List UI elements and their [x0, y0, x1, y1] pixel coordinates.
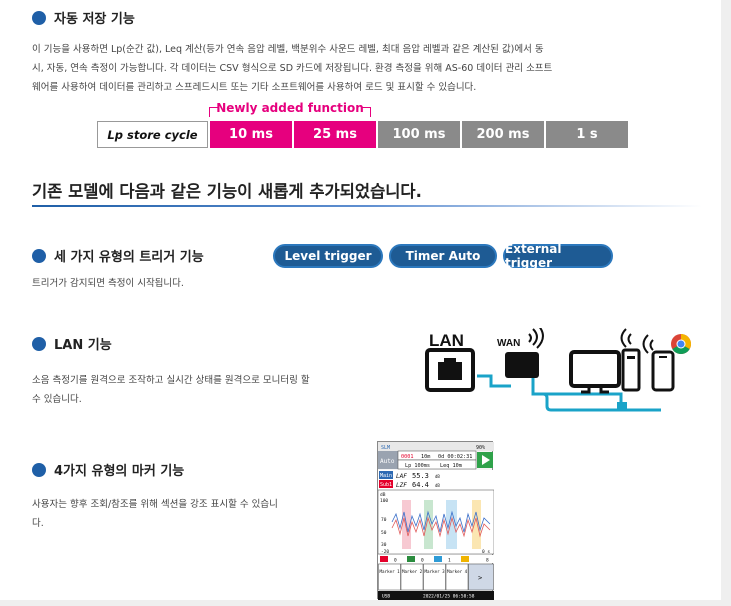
- marker-button-3[interactable]: Marker 3: [423, 563, 446, 591]
- lan-socket-icon: [438, 362, 462, 380]
- slm-label: SLM: [381, 445, 390, 451]
- auto-save-description: 이 기능을 사용하면 Lp(순간 값), Leq 계산(등가 연속 음압 레벨,…: [32, 40, 702, 97]
- usb-label: USB: [382, 594, 390, 600]
- level-trigger-pill: Level trigger: [273, 244, 383, 268]
- y-tick: 30: [381, 542, 387, 548]
- external-trigger-pill: External trigger: [503, 242, 613, 270]
- description-line: 사용자는 향후 조회/참조를 위해 섹션을 강조 표시할 수 있습니: [32, 499, 278, 510]
- lp-store-cycle-row: Lp store cycle 10 ms 25 ms 100 ms 200 ms…: [97, 121, 628, 148]
- heading-underline: [32, 205, 702, 207]
- browser-logo-icon: [671, 334, 691, 354]
- bracket-left-icon: [209, 107, 219, 117]
- hub-icon: [617, 402, 627, 410]
- description-line: 이 기능을 사용하면 Lp(순간 값), Leq 계산(등가 연속 음압 레벨,…: [32, 44, 544, 55]
- section-heading: 기존 모델에 다음과 같은 기능이 새롭게 추가되었습니다.: [32, 182, 422, 201]
- sub-name: LZF: [396, 482, 407, 489]
- lp-store-cycle-label: Lp store cycle: [97, 121, 208, 148]
- description-line: 다.: [32, 518, 44, 529]
- bullet-icon: [32, 10, 46, 25]
- marker-count: 0: [421, 558, 424, 564]
- sub-tag: Sub1: [380, 482, 392, 488]
- leq-setting: Leq 10m: [440, 463, 462, 469]
- svg-text:Marker 4: Marker 4: [447, 569, 468, 574]
- lan-label: LAN: [429, 331, 464, 350]
- cycle-1s: 1 s: [546, 121, 628, 148]
- graph-unit: dB: [380, 492, 386, 498]
- bracket-right-icon: [361, 107, 371, 117]
- lp-setting: Lp 100ms: [405, 463, 430, 469]
- interval-value: 10m: [421, 454, 430, 460]
- svg-text:Marker 2: Marker 2: [402, 569, 423, 574]
- marker-count: 1: [448, 558, 451, 564]
- wifi-signal-icon: [528, 328, 544, 349]
- record-number: 0001: [401, 454, 414, 460]
- cable-line: [533, 392, 661, 412]
- sub-unit: dB: [435, 483, 440, 488]
- main-unit: dB: [435, 474, 440, 479]
- description-line: 웨어를 사용하여 데이터를 관리하고 스프레드시트 또는 기타 소프트웨어를 사…: [32, 82, 477, 93]
- description-line: 시, 자동, 연속 측정이 가능합니다. 각 데이터는 CSV 형식으로 SD …: [32, 63, 553, 74]
- y-tick: 100: [380, 498, 388, 504]
- lan-title: LAN 기능: [32, 334, 112, 353]
- wifi-signal-icon: [642, 334, 654, 354]
- marker-button-1[interactable]: Marker 1: [378, 563, 401, 591]
- main-value: 55.3: [412, 472, 429, 480]
- wan-label: WAN: [497, 338, 520, 349]
- description-line: 소음 측정기를 원격으로 조작하고 실시간 상태를 원격으로 모니터링 할: [32, 375, 310, 386]
- svg-text:Marker 3: Marker 3: [425, 569, 446, 574]
- description-line: 수 있습니다.: [32, 394, 82, 405]
- marker-button-2[interactable]: Marker 2: [400, 563, 424, 591]
- marker-count: 8: [486, 558, 489, 564]
- wan-module-icon: [505, 352, 539, 378]
- sound-level-meter-screen: SLM 90% Auto 0001 10m 0d 00:02:31 Lp 100…: [377, 441, 494, 600]
- bullet-icon: [32, 248, 46, 263]
- bullet-icon: [32, 462, 46, 477]
- meter-display: SLM 90% Auto 0001 10m 0d 00:02:31 Lp 100…: [378, 442, 494, 600]
- x-tick: 0 s: [482, 549, 490, 555]
- scrollbar-track[interactable]: [721, 0, 731, 606]
- x-tick: -20: [381, 549, 389, 555]
- marker-button-4[interactable]: Marker 4: [445, 563, 469, 591]
- wifi-signal-icon: [620, 328, 632, 348]
- trigger-description: 트리거가 감지되면 측정이 시작됩니다.: [32, 278, 184, 289]
- marker-band: [472, 500, 481, 549]
- svg-text:Marker 1: Marker 1: [380, 569, 401, 574]
- trigger-title: 세 가지 유형의 트리거 기능: [32, 246, 204, 265]
- cycle-25ms: 25 ms: [294, 121, 376, 148]
- auto-save-title: 자동 저장 기능: [32, 8, 135, 27]
- auto-label: Auto: [380, 458, 395, 465]
- y-tick: 50: [381, 530, 387, 536]
- cycle-200ms: 200 ms: [462, 121, 544, 148]
- next-button[interactable]: >: [468, 563, 494, 591]
- y-tick: 70: [381, 517, 387, 523]
- marker-description: 사용자는 향후 조회/참조를 위해 섹션을 강조 표시할 수 있습니 다.: [32, 495, 362, 533]
- bullet-icon: [32, 336, 46, 351]
- main-name: LAF: [396, 473, 407, 480]
- battery-label: 90%: [476, 445, 485, 451]
- bottom-border: [0, 600, 731, 606]
- sub-value: 64.4: [412, 481, 429, 489]
- lan-description: 소음 측정기를 원격으로 조작하고 실시간 상태를 원격으로 모니터링 할 수 …: [32, 371, 402, 409]
- marker-count: 0: [394, 558, 397, 564]
- new-function-label: Newly added function: [216, 101, 364, 115]
- monitor-icon: [569, 350, 621, 388]
- cable-line: [477, 374, 511, 388]
- cycle-100ms: 100 ms: [378, 121, 460, 148]
- marker-title: 4가지 유형의 마커 기능: [32, 460, 184, 479]
- cycle-10ms: 10 ms: [210, 121, 292, 148]
- next-arrow-icon: >: [478, 574, 482, 582]
- timer-auto-pill: Timer Auto: [389, 244, 497, 268]
- elapsed-time: 0d 00:02:31: [438, 454, 472, 460]
- page-frame: 자동 저장 기능 이 기능을 사용하면 Lp(순간 값), Leq 계산(등가 …: [0, 0, 731, 606]
- new-function-bracket: Newly added function: [209, 101, 371, 117]
- lan-diagram: LAN WAN: [425, 328, 691, 412]
- main-tag: Main: [380, 473, 392, 479]
- clock-label: 2022/01/25 06:50:58: [423, 594, 475, 600]
